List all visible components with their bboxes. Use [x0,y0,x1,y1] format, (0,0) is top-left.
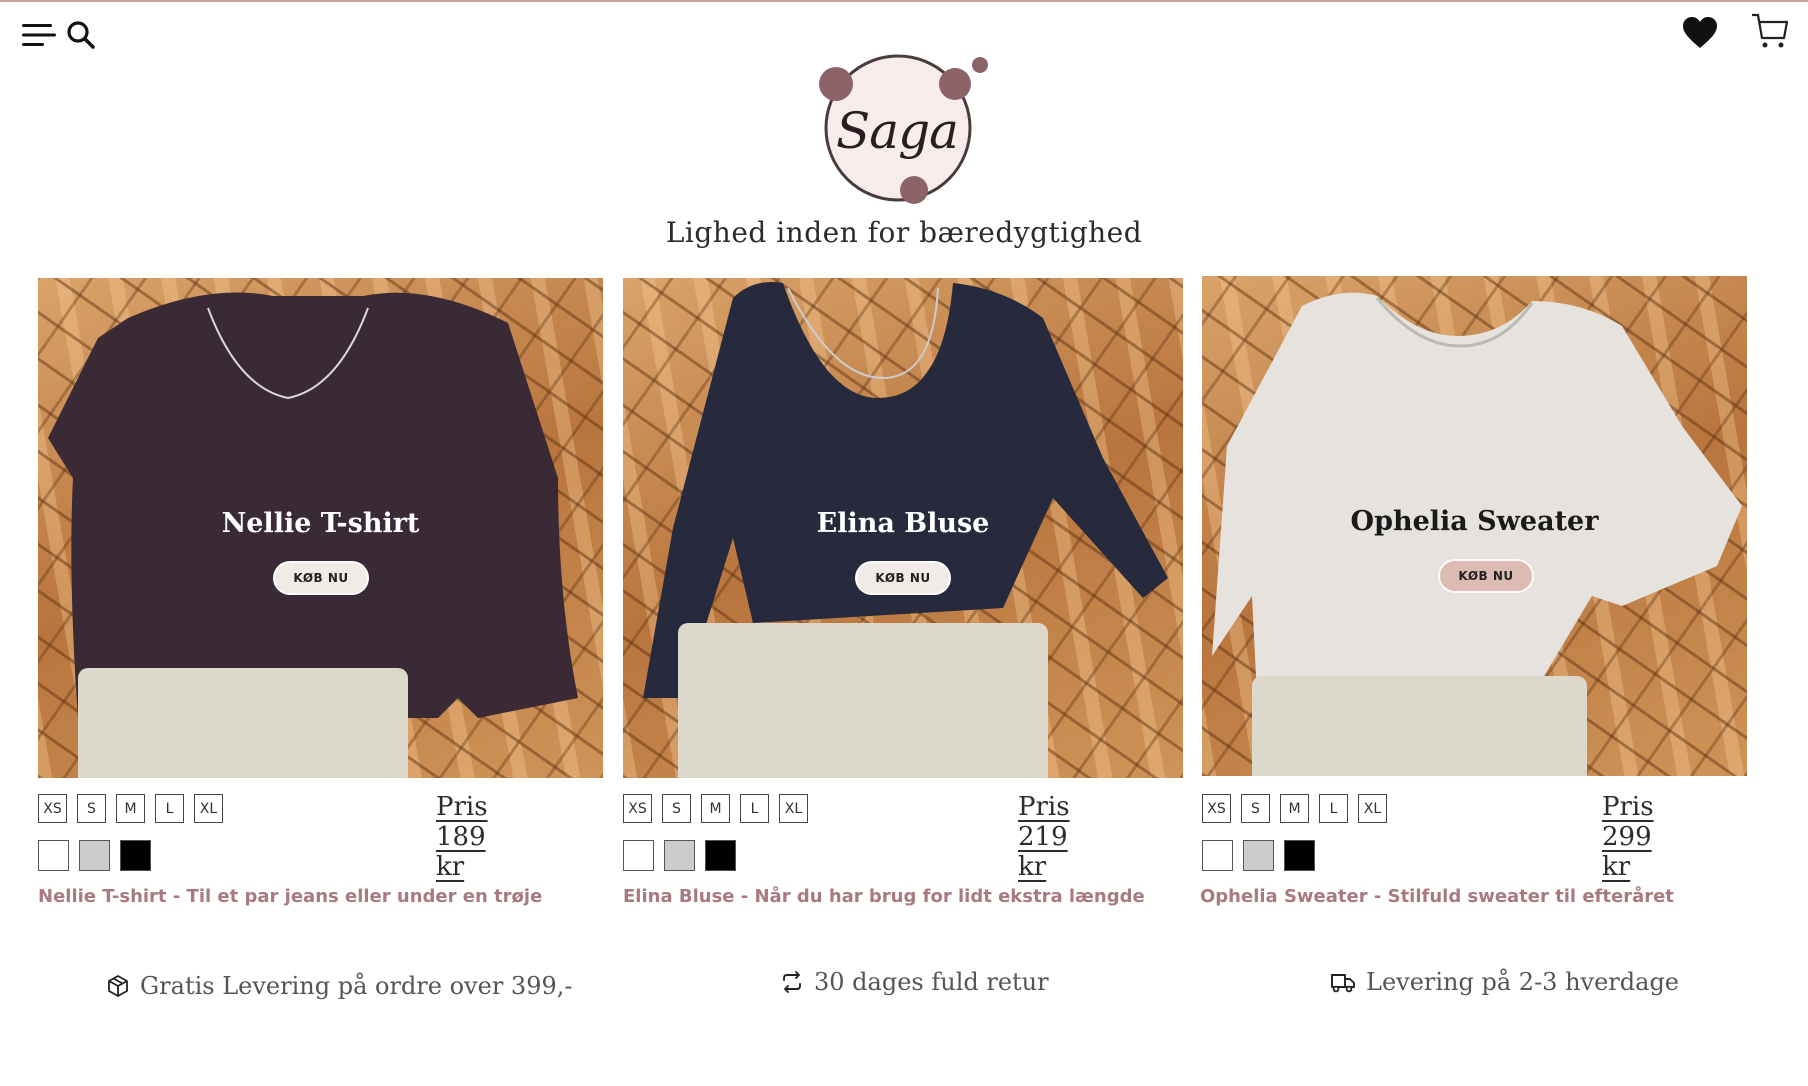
color-swatch-black[interactable] [120,840,151,871]
size-s[interactable]: S [77,794,106,823]
color-swatch-black[interactable] [1284,840,1315,871]
feature-text: Levering på 2-3 hverdage [1366,968,1680,996]
size-xl[interactable]: XL [1358,794,1387,823]
color-swatch-white[interactable] [38,840,69,871]
truck-icon [1331,974,1355,993]
feature-returns: 30 dages fuld retur [780,968,1049,996]
color-selector [1202,840,1315,871]
size-m[interactable]: M [701,794,730,823]
product-price: Pris 299 kr [1602,792,1654,882]
color-swatch-grey[interactable] [79,840,110,871]
color-selector [623,840,736,871]
menu-icon[interactable] [22,22,56,48]
pants [678,623,1048,778]
heart-icon[interactable] [1682,16,1718,50]
size-l[interactable]: L [1319,794,1348,823]
saga-logo[interactable]: Saga [812,48,1000,208]
tagline: Lighed inden for bæredygtighed [665,216,1143,249]
size-xs[interactable]: XS [1202,794,1231,823]
size-l[interactable]: L [155,794,184,823]
size-selector: XS S M L XL [1202,794,1387,823]
product-description[interactable]: Elina Bluse - Når du har brug for lidt e… [623,886,1145,907]
size-s[interactable]: S [662,794,691,823]
feature-delivery-time: Levering på 2-3 hverdage [1330,968,1679,996]
logo-text: Saga [836,102,959,160]
product-image[interactable]: Ophelia Sweater KØB NU [1202,276,1747,776]
size-xl[interactable]: XL [779,794,808,823]
product-image[interactable]: Elina Bluse KØB NU [623,278,1183,778]
size-m[interactable]: M [116,794,145,823]
product-description[interactable]: Nellie T-shirt - Til et par jeans eller … [38,886,542,907]
search-icon[interactable] [66,20,96,50]
size-selector: XS S M L XL [38,794,223,823]
box-icon [108,975,128,997]
product-title[interactable]: Ophelia Sweater [1202,506,1747,537]
size-s[interactable]: S [1241,794,1270,823]
color-selector [38,840,151,871]
feature-text: Gratis Levering på ordre over 399,- [140,972,573,1000]
product-title[interactable]: Elina Bluse [623,508,1183,539]
buy-now-button[interactable]: KØB NU [855,561,951,595]
product-title[interactable]: Nellie T-shirt [38,508,603,539]
size-m[interactable]: M [1280,794,1309,823]
size-xs[interactable]: XS [38,794,67,823]
size-xs[interactable]: XS [623,794,652,823]
size-xl[interactable]: XL [194,794,223,823]
return-icon [783,971,801,993]
feature-text: 30 dages fuld retur [814,968,1049,996]
product-image[interactable]: Nellie T-shirt KØB NU [38,278,603,778]
color-swatch-grey[interactable] [664,840,695,871]
color-swatch-white[interactable] [1202,840,1233,871]
product-price: Pris 189 kr [436,792,488,882]
product-description[interactable]: Ophelia Sweater - Stilfuld sweater til e… [1200,886,1674,907]
top-accent-line [0,0,1808,2]
color-swatch-white[interactable] [623,840,654,871]
size-l[interactable]: L [740,794,769,823]
product-price: Pris 219 kr [1018,792,1070,882]
size-selector: XS S M L XL [623,794,808,823]
color-swatch-black[interactable] [705,840,736,871]
feature-free-delivery: Gratis Levering på ordre over 399,- [106,972,572,1000]
pants [1252,676,1587,776]
buy-now-button[interactable]: KØB NU [1438,559,1534,593]
buy-now-button[interactable]: KØB NU [273,561,369,595]
cart-icon[interactable] [1751,12,1789,50]
pants [78,668,408,778]
color-swatch-grey[interactable] [1243,840,1274,871]
